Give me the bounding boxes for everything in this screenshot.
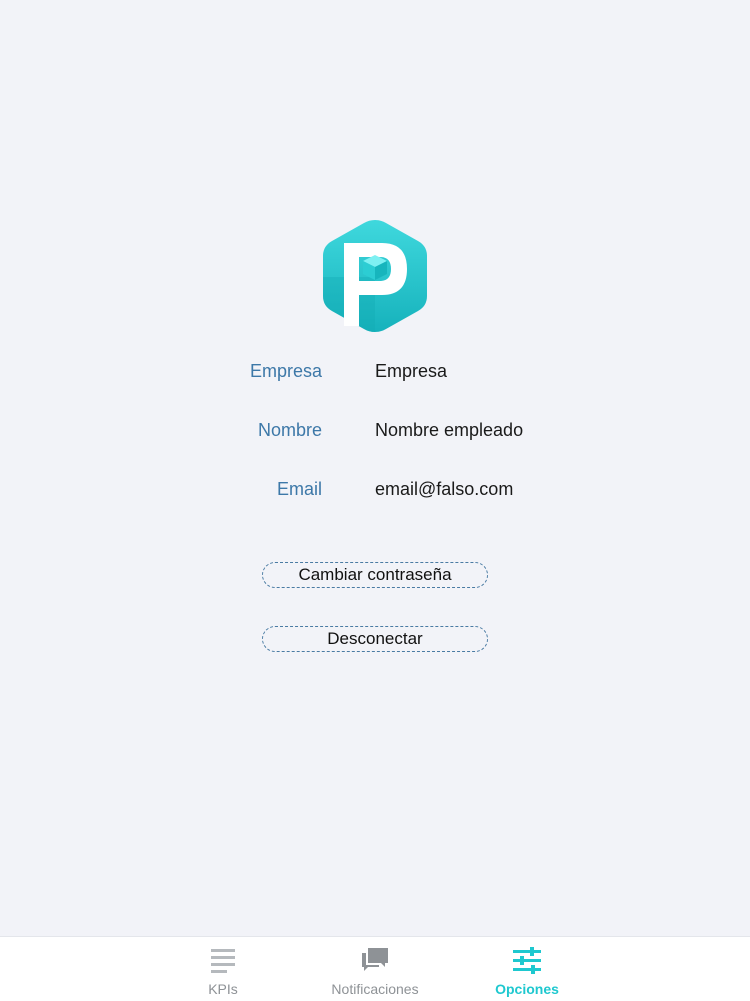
- list-icon: [211, 949, 235, 973]
- name-value: Nombre empleado: [375, 420, 524, 440]
- tab-kpis[interactable]: KPIs: [148, 937, 298, 1001]
- tab-opciones-label: Opciones: [495, 981, 559, 997]
- company-row: Empresa Empresa: [0, 356, 750, 386]
- chat-bubbles-icon: [362, 948, 388, 971]
- app-logo: [323, 220, 427, 332]
- disconnect-button[interactable]: Desconectar: [262, 626, 488, 652]
- tab-opciones[interactable]: Opciones: [452, 937, 602, 1001]
- tab-kpis-label: KPIs: [208, 981, 238, 997]
- email-label: Email: [276, 479, 322, 499]
- sliders-icon: [513, 947, 541, 974]
- name-label: Nombre: [257, 420, 322, 440]
- tab-notificaciones-label: Notificaciones: [331, 981, 419, 997]
- email-row: Email email@falso.com: [0, 474, 750, 504]
- company-value: Empresa: [375, 361, 448, 381]
- tab-notificaciones[interactable]: Notificaciones: [300, 937, 450, 1001]
- company-label: Empresa: [249, 361, 322, 381]
- name-row: Nombre Nombre empleado: [0, 415, 750, 445]
- change-password-button[interactable]: Cambiar contraseña: [262, 562, 488, 588]
- bottom-tab-bar: KPIs Notificaciones Opciones: [0, 936, 750, 1001]
- email-value: email@falso.com: [375, 479, 514, 499]
